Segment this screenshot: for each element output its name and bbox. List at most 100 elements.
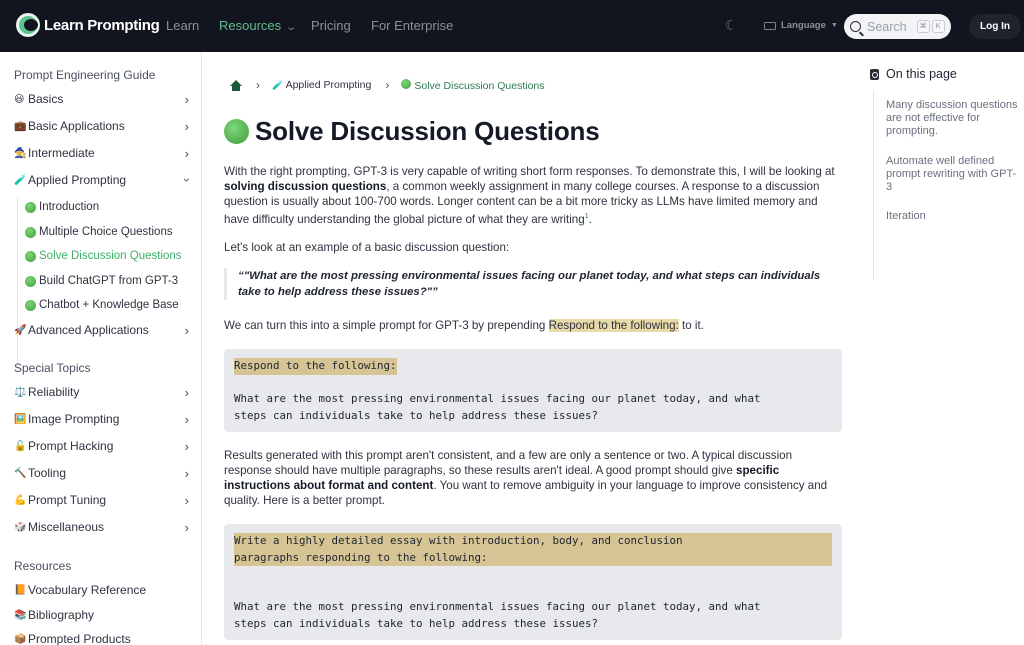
nav-link-resources[interactable]: Resources ⌄ xyxy=(219,18,297,33)
sidebar-item-label: Prompt Hacking xyxy=(28,439,114,453)
sidebar-section-title: Prompt Engineering Guide xyxy=(14,68,156,82)
page-title: Solve Discussion Questions xyxy=(224,116,600,147)
sidebar-item-label: Image Prompting xyxy=(28,412,120,426)
submenu-divider xyxy=(17,197,18,370)
command-key: ⌘ xyxy=(916,20,930,33)
toc-divider xyxy=(873,90,874,280)
smile-icon: 😃 xyxy=(14,93,25,105)
bold-text: solving discussion questions xyxy=(224,180,387,193)
paragraph: We can turn this into a simple prompt fo… xyxy=(224,318,836,333)
highlighted-code: Write a highly detailed essay with intro… xyxy=(234,533,832,566)
test-tube-icon: 🧪 xyxy=(14,174,27,186)
book-icon: 📙 xyxy=(14,584,27,596)
search-shortcut: ⌘ K xyxy=(915,20,945,33)
sidebar-item-basic-applications[interactable]: 💼 Basic Applications › xyxy=(14,118,189,134)
k-key: K xyxy=(931,20,945,33)
sidebar-item-label: Reliability xyxy=(28,385,80,399)
text: We can turn this into a simple prompt fo… xyxy=(224,319,549,332)
paragraph: Results generated with this prompt aren'… xyxy=(224,448,836,508)
sidebar-item-basics[interactable]: 😃 Basics › xyxy=(14,92,189,107)
example-question-quote: “"What are the most pressing environment… xyxy=(224,268,842,300)
breadcrumb-parent-label: Applied Prompting xyxy=(285,79,372,91)
green-circle-icon xyxy=(25,275,36,287)
hammer-icon: 🔨 xyxy=(14,467,27,479)
sidebar-item-prompt-tuning[interactable]: 💪 Prompt Tuning › xyxy=(14,492,189,508)
sidebar-subitem-multiple-choice[interactable]: Multiple Choice Questions xyxy=(25,226,173,238)
intro-paragraph: With the right prompting, GPT-3 is very … xyxy=(224,164,836,227)
sidebar-item-label: Miscellaneous xyxy=(28,520,105,534)
sidebar-subitem-build-chatgpt[interactable]: Build ChatGPT from GPT-3 xyxy=(25,275,178,287)
sidebar-item-label: Prompt Tuning xyxy=(28,493,107,507)
unlock-icon: 🔓 xyxy=(14,440,27,452)
package-icon: 📦 xyxy=(14,633,27,645)
language-label: Language xyxy=(781,20,826,31)
sidebar-subitem-chatbot-kb[interactable]: Chatbot + Knowledge Base xyxy=(25,299,179,311)
search-icon xyxy=(850,21,861,32)
page-title-text: Solve Discussion Questions xyxy=(255,116,600,146)
sidebar-item-applied-prompting[interactable]: 🧪 Applied Prompting › xyxy=(14,173,194,187)
sidebar-item-label: Intermediate xyxy=(28,146,95,160)
search-placeholder: Search xyxy=(867,19,907,34)
chevron-right-icon: › xyxy=(184,145,189,161)
home-icon[interactable] xyxy=(230,79,242,91)
green-circle-icon xyxy=(25,299,36,311)
sidebar-item-tooling[interactable]: 🔨 Tooling › xyxy=(14,465,189,481)
breadcrumb-parent[interactable]: 🧪 Applied Prompting xyxy=(272,79,371,91)
sidebar-subitem-introduction[interactable]: Introduction xyxy=(25,201,99,213)
code-block-better-prompt[interactable]: Write a highly detailed essay with intro… xyxy=(224,524,842,640)
sidebar-item-reliability[interactable]: ⚖️ Reliability › xyxy=(14,385,189,400)
green-circle-icon xyxy=(224,119,249,144)
chevron-right-icon: › xyxy=(184,492,189,508)
sidebar-item-miscellaneous[interactable]: 🎲 Miscellaneous › xyxy=(14,520,189,535)
code-block-simple-prompt[interactable]: Respond to the following: What are the m… xyxy=(224,349,842,432)
text: With the right prompting, GPT-3 is very … xyxy=(224,165,835,178)
nav-link-resources-label: Resources xyxy=(219,18,282,33)
sidebar-item-bibliography[interactable]: 📚 Bibliography xyxy=(14,608,189,622)
highlighted-text: Respond to the following: xyxy=(548,319,679,332)
sidebar-item-prompted-products[interactable]: 📦 Prompted Products xyxy=(14,632,189,645)
code-text: What are the most pressing environmental… xyxy=(234,600,761,630)
theme-toggle-icon[interactable]: ☾ xyxy=(725,17,743,35)
nav-link-pricing[interactable]: Pricing xyxy=(311,18,351,33)
green-circle-icon xyxy=(401,78,412,89)
breadcrumb: › 🧪 Applied Prompting › Solve Discussion… xyxy=(230,78,545,92)
code-text: What are the most pressing environmental… xyxy=(234,392,761,422)
sidebar-item-prompt-hacking[interactable]: 🔓 Prompt Hacking › xyxy=(14,438,189,454)
top-navbar: Learn Prompting Learn Resources ⌄ Pricing… xyxy=(0,0,1024,52)
sidebar-subitem-label: Build ChatGPT from GPT-3 xyxy=(39,275,179,287)
sidebar-item-image-prompting[interactable]: 🖼️ Image Prompting › xyxy=(14,412,189,427)
brand-logo[interactable]: Learn Prompting xyxy=(16,13,160,37)
sidebar-item-label: Vocabulary Reference xyxy=(28,583,147,597)
sidebar-item-label: Basics xyxy=(28,92,64,106)
nav-link-learn[interactable]: Learn xyxy=(166,18,199,33)
nav-link-enterprise[interactable]: For Enterprise xyxy=(371,18,453,33)
sidebar-item-advanced-applications[interactable]: 🚀 Advanced Applications › xyxy=(14,322,189,338)
sidebar-item-intermediate[interactable]: 🧙 Intermediate › xyxy=(14,145,189,161)
search-button[interactable]: Search ⌘ K xyxy=(844,14,951,39)
wizard-icon: 🧙 xyxy=(14,147,27,159)
chevron-right-icon: › xyxy=(184,322,189,338)
test-tube-icon: 🧪 xyxy=(272,80,284,90)
toc-item[interactable]: Iteration xyxy=(886,210,1021,223)
chevron-right-icon: › xyxy=(184,438,189,454)
toc-item[interactable]: Many discussion questions are not effect… xyxy=(886,99,1021,138)
books-icon: 📚 xyxy=(14,609,27,621)
document-icon xyxy=(870,68,879,80)
language-selector[interactable]: Language ▼ xyxy=(764,20,838,31)
sidebar-item-label: Basic Applications xyxy=(28,119,125,133)
login-button[interactable]: Log In xyxy=(969,14,1021,39)
brand-name: Learn Prompting xyxy=(44,16,160,34)
sidebar-item-vocabulary[interactable]: 📙 Vocabulary Reference xyxy=(14,583,189,597)
flexed-biceps-icon: 💪 xyxy=(14,494,27,506)
chevron-right-icon: › xyxy=(184,465,189,481)
green-circle-icon xyxy=(25,201,36,213)
toc-item[interactable]: Automate well defined prompt rewriting w… xyxy=(886,155,1021,194)
picture-icon: 🖼️ xyxy=(14,413,27,425)
text: . xyxy=(588,212,592,226)
sidebar-subitem-label: Chatbot + Knowledge Base xyxy=(39,299,179,311)
chevron-right-icon: › xyxy=(256,78,260,92)
chevron-right-icon: › xyxy=(385,78,390,92)
sidebar-subitem-solve-discussion[interactable]: Solve Discussion Questions xyxy=(25,250,182,262)
chevron-right-icon: › xyxy=(184,118,189,134)
sidebar-section-title: Special Topics xyxy=(14,361,91,375)
